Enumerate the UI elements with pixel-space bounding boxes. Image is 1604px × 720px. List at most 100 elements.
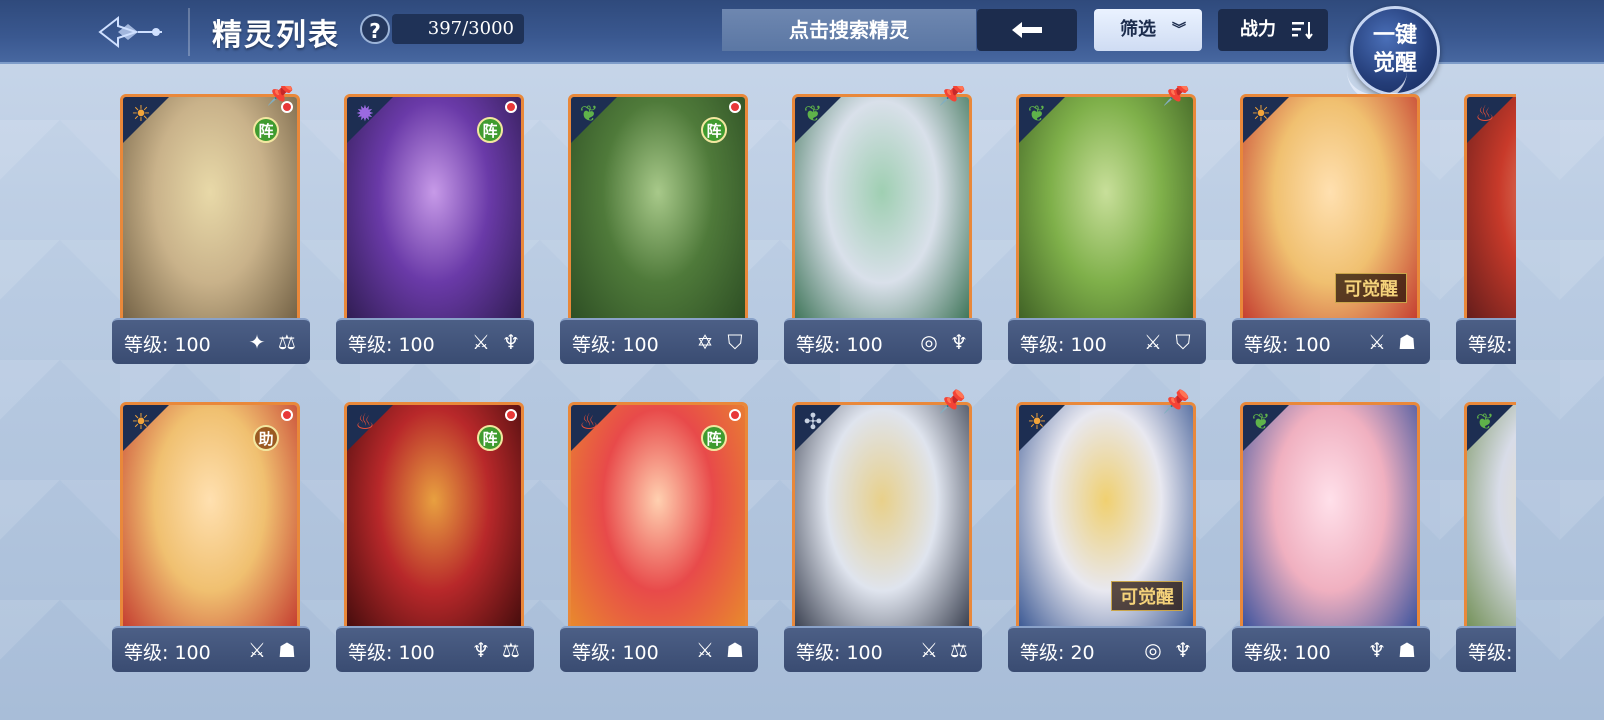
skill-type-icon: ⚔ (920, 638, 938, 662)
card-frame: ❦ (792, 94, 972, 338)
card-frame: ♨ 阵 (344, 402, 524, 646)
level-label: 等级: 100 (124, 642, 211, 664)
level-bar: 等级: 100 ♆ ☗ (1232, 626, 1430, 672)
spirit-card[interactable]: ☀ 阵 📌 等级: 100 ✦ ⚖ (112, 86, 310, 364)
notification-dot (505, 409, 517, 421)
level-bar: 等级: 100⚔⚖ (1456, 318, 1516, 364)
awakenable-tag: 可觉醒 (1335, 273, 1407, 303)
grass-element-icon: ❦ (1251, 410, 1271, 435)
card-frame: ✹ 阵 (344, 94, 524, 338)
pin-icon[interactable]: 📌 (1163, 390, 1190, 415)
spirit-card[interactable]: ♨ 阵等级: 100 ⚔ ☗ (560, 394, 758, 672)
skill-type-icon: ⚔ (472, 330, 490, 354)
level-bar: 等级: 100⚔☗ (1232, 318, 1430, 364)
skill-type-icon: ☗ (278, 638, 296, 662)
level-label: 等级: 100 (572, 642, 659, 664)
level-label: 等级: 100 (1468, 642, 1516, 664)
spirit-card[interactable]: ✹ 阵等级: 100 ⚔ ♆ (336, 86, 534, 364)
double-chevron-down-icon: ︾ (1172, 22, 1186, 38)
level-label: 等级: 100 (124, 334, 211, 356)
spirit-card[interactable]: ☀ 可觉醒 等级: 100 ⚔ ☗ (1232, 86, 1430, 364)
light-element-icon: ☀ (131, 102, 151, 127)
card-frame: ♨ (1464, 94, 1516, 338)
card-frame: ♨ 阵 (568, 402, 748, 646)
light-element-icon: ☀ (1251, 102, 1271, 127)
skill-type-icon: ⚔ (1144, 330, 1162, 354)
sort-power-button[interactable]: 战力 (1218, 9, 1328, 51)
level-bar: 等级: 100 ✦ ⚖ (112, 318, 310, 364)
formation-badge: 阵 (477, 425, 503, 451)
card-frame: ✣ (792, 402, 972, 646)
skill-type-icon: ◎ (920, 330, 938, 354)
spirit-card[interactable]: ❦ 阵等级: 100 ✡ ⛉ (560, 86, 758, 364)
spirit-card[interactable]: ❦ 📌 等级: 100 ⚔ ⛉ (1008, 86, 1206, 364)
level-label: 等级: 100 (348, 642, 435, 664)
pin-icon[interactable]: 📌 (939, 390, 966, 415)
skill-type-icon: ⚖ (278, 330, 296, 354)
skill-type-icon: ♆ (472, 638, 490, 662)
top-bar: 精灵列表 ? 397/3000 点击搜索精灵 筛选 ︾ 战力 一键 觉醒 (0, 0, 1604, 101)
back-home-icon[interactable] (96, 10, 166, 54)
level-label: 等级: 100 (796, 642, 883, 664)
skill-type-icon: ⚖ (502, 638, 520, 662)
level-bar: 等级: 100 ✡ ⛉ (560, 318, 758, 364)
card-frame: ☀ 助 (120, 402, 300, 646)
card-frame: ❦ (1240, 402, 1420, 646)
card-frame: ☀ 阵 (120, 94, 300, 338)
level-bar: 等级: 100 ⚔ ⛉ (1008, 318, 1206, 364)
formation-badge: 助 (253, 425, 279, 451)
level-bar: 等级: 100⚔☗ (1456, 626, 1516, 672)
help-button[interactable]: ? (360, 14, 390, 44)
card-frame: ❦ (1016, 94, 1196, 338)
pin-icon[interactable]: 📌 (267, 86, 294, 107)
level-bar: 等级: 100 ⚔ ♆ (336, 318, 534, 364)
level-label: 等级: 100 (1020, 334, 1107, 356)
notification-dot (729, 101, 741, 113)
spirit-card[interactable]: ☀ 助等级: 100 ⚔ ☗ (112, 394, 310, 672)
light-element-icon: ☀ (1027, 410, 1047, 435)
header-divider (188, 8, 190, 56)
skill-type-icon: ◎ (1144, 638, 1162, 662)
skill-type-icon: ☗ (1398, 330, 1416, 354)
skill-type-icon: ♆ (1174, 638, 1192, 662)
spirit-card[interactable]: ❦ 📌 等级: 100 ◎ ♆ (784, 86, 982, 364)
shadow-element-icon: ✹ (355, 102, 375, 127)
spirit-card[interactable]: ❦ 等级: 100⚔☗ (1456, 394, 1516, 672)
skill-type-icon: ⚔ (1368, 330, 1386, 354)
level-bar: 等级: 100⚔☗ (560, 626, 758, 672)
grass-element-icon: ❦ (803, 102, 823, 127)
spirit-card[interactable]: ♨ 阵等级: 100 ♆ ⚖ (336, 394, 534, 672)
card-frame: ❦ 阵 (568, 94, 748, 338)
spirit-card[interactable]: ✣ 📌 等级: 100 ⚔ ⚖ (784, 390, 982, 672)
skill-type-icon: ⚔ (248, 638, 266, 662)
formation-badge: 阵 (701, 117, 727, 143)
pin-icon[interactable]: 📌 (939, 86, 966, 107)
awaken-line1: 一键 (1372, 22, 1417, 48)
pin-icon[interactable]: 📌 (1163, 86, 1190, 107)
filter-button[interactable]: 筛选 ︾ (1094, 9, 1202, 51)
notification-dot (729, 409, 741, 421)
skill-type-icon: ♆ (950, 330, 968, 354)
level-label: 等级: 100 (796, 334, 883, 356)
fire-element-icon: ♨ (1475, 102, 1495, 127)
skill-type-icon: ♆ (1368, 638, 1386, 662)
card-frame: ❦ (1464, 402, 1516, 646)
card-frame: ☀ 可觉醒 (1240, 94, 1420, 338)
level-label: 等级: 100 (572, 334, 659, 356)
spirit-grid: ☀ 阵 📌 等级: 100 ✦ ⚖ ✹ 阵等级: 100 ⚔ ♆ ❦ 阵等级: 100 ✡ ⛉ ❦ 📌 等级: … (112, 86, 1516, 686)
spirit-card[interactable]: ❦ 等级: 100 ♆ ☗ (1232, 394, 1430, 672)
grass-element-icon: ❦ (579, 102, 599, 127)
level-label: 等级: 20 (1020, 642, 1095, 664)
spirit-card[interactable]: ♨ 等级: 100⚔⚖ (1456, 86, 1516, 364)
skill-type-icon: ♆ (502, 330, 520, 354)
clear-search-button[interactable] (977, 9, 1077, 51)
level-label: 等级: 100 (348, 334, 435, 356)
formation-badge: 阵 (477, 117, 503, 143)
spirit-card[interactable]: ☀ 可觉醒 📌 等级: 20 ◎ ♆ (1008, 390, 1206, 672)
search-input[interactable]: 点击搜索精灵 (722, 9, 976, 51)
fire-element-icon: ♨ (355, 410, 375, 435)
one-key-awaken-button[interactable]: 一键 觉醒 (1347, 6, 1440, 101)
level-label: 等级: 100 (1244, 642, 1331, 664)
skill-type-icon: ☗ (726, 638, 744, 662)
sort-icon (1292, 22, 1313, 39)
